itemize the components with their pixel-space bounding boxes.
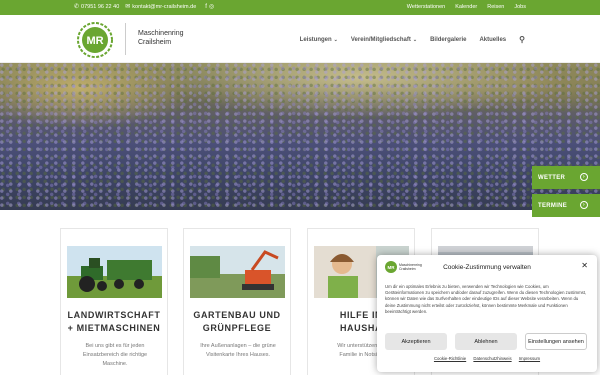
toplink-jobs[interactable]: Jobs — [514, 4, 526, 10]
card-text: Bei uns gibt es für jeden Einsatzbereich… — [69, 342, 161, 369]
card-title-line-2: GRÜNPFLEGE — [202, 323, 272, 333]
excavator-image — [190, 246, 285, 298]
close-icon[interactable]: ✕ — [581, 261, 588, 270]
card-title-line-1: LANDWIRTSCHAFT — [67, 310, 161, 320]
wetter-label: WETTER — [538, 174, 566, 181]
main-nav: Leistungen ⌄ Verein/Mitgliedschaft ⌄ Bilde… — [300, 35, 525, 44]
toplink-kalender[interactable]: Kalender — [455, 4, 477, 10]
phone-link[interactable]: ✆ 07951 96 22 40 — [74, 4, 119, 10]
site-header: MR Maschinenring Crailsheim Leistungen ⌄ … — [0, 15, 600, 63]
nav-bildergalerie[interactable]: Bildergalerie — [430, 37, 466, 43]
card-title-line-1: GARTENBAU UND — [193, 310, 281, 320]
phone-icon: ✆ — [74, 4, 80, 10]
card-text-line-1: Bei uns gibt es für jeden — [85, 343, 145, 349]
card-text: Ihre Außenanlagen – die grüne Visitenkar… — [192, 342, 284, 360]
card-text-line-2: Einsatzbereich die richtige — [82, 352, 148, 358]
phone-number: 07951 96 22 40 — [81, 4, 120, 10]
hero-flower-texture — [0, 63, 600, 210]
card-text-line-2: Visitenkarte Ihres Hauses. — [205, 352, 271, 358]
instagram-icon[interactable]: ◎ — [209, 4, 214, 10]
termine-label: TERMINE — [538, 202, 568, 209]
chevron-down-icon: ⌄ — [333, 36, 338, 43]
nav-leistungen[interactable]: Leistungen ⌄ — [300, 37, 338, 43]
arrow-right-icon: › — [580, 201, 588, 209]
mail-icon: ✉ — [125, 4, 131, 10]
wetter-button[interactable]: WETTER › — [532, 166, 600, 189]
toplink-wetterstationen[interactable]: Wetterstationen — [407, 4, 445, 10]
imprint-link[interactable]: Impressum — [519, 356, 540, 361]
top-bar: ✆ 07951 96 22 40 ✉ kontakt@mr-crailsheim.d… — [0, 0, 600, 15]
brand-name: Maschinenring Crailsheim — [138, 29, 184, 47]
search-icon[interactable]: ⚲ — [519, 35, 525, 44]
deny-button[interactable]: Ablehnen — [455, 333, 517, 350]
card-text-line-3: Maschine. — [102, 361, 128, 367]
tractor-image — [67, 246, 162, 298]
nav-label: Bildergalerie — [430, 36, 467, 43]
email-address: kontakt@mr-crailsheim.de — [132, 4, 197, 10]
social-links: f ◎ — [205, 4, 214, 10]
arrow-right-icon: › — [580, 173, 588, 181]
brand-divider — [125, 23, 126, 55]
facebook-icon[interactable]: f — [205, 4, 207, 10]
card-title-line-2: HAUSHA — [339, 323, 383, 333]
card-title: GARTENBAU UND GRÜNPFLEGE — [184, 309, 290, 335]
card-title: LANDWIRTSCHAFT + MIETMASCHINEN — [61, 309, 167, 335]
top-links: Wetterstationen Kalender Reisen Jobs — [407, 4, 526, 10]
nav-aktuelles[interactable]: Aktuelles — [479, 37, 506, 43]
cookie-title: Cookie-Zustimmung verwalten — [443, 264, 531, 271]
cookie-policy-link[interactable]: Cookie-Richtlinie — [434, 356, 466, 361]
card-text-line-1: Ihre Außenanlagen – die grüne — [200, 343, 276, 349]
hero-image — [0, 63, 600, 210]
settings-button[interactable]: Einstellungen ansehen — [525, 333, 587, 350]
contact-info: ✆ 07951 96 22 40 ✉ kontakt@mr-crailsheim.d… — [74, 4, 214, 10]
brand-line-2: Crailsheim — [138, 39, 172, 46]
privacy-link[interactable]: Datenschutzhinweis — [473, 356, 511, 361]
nav-label: Verein/Mitgliedschaft — [350, 36, 411, 43]
termine-button[interactable]: TERMINE › — [532, 194, 600, 217]
nav-label: Leistungen — [299, 36, 332, 43]
cookie-text: Um dir ein optimales Erlebnis zu bieten,… — [385, 284, 587, 314]
brand-line-1: Maschinenring — [138, 30, 184, 37]
service-card-landwirtschaft[interactable]: LANDWIRTSCHAFT + MIETMASCHINEN Bei uns g… — [60, 228, 168, 375]
nav-verein[interactable]: Verein/Mitgliedschaft ⌄ — [351, 37, 417, 43]
nav-label: Aktuelles — [479, 36, 507, 43]
logo-text: MR — [86, 35, 103, 47]
cookie-consent-dialog: MR Maschinenring Crailsheim Cookie-Zusti… — [377, 255, 597, 372]
logo[interactable]: MR — [77, 22, 113, 58]
cookie-links: Cookie-Richtlinie Datenschutzhinweis Imp… — [377, 356, 597, 361]
card-title-line-1: HILFE IN — [339, 310, 383, 320]
service-card-gartenbau[interactable]: GARTENBAU UND GRÜNPFLEGE Ihre Außenanlag… — [183, 228, 291, 375]
toplink-reisen[interactable]: Reisen — [487, 4, 504, 10]
card-title-line-2: + MIETMASCHINEN — [67, 323, 161, 333]
email-link[interactable]: ✉ kontakt@mr-crailsheim.de — [125, 4, 196, 10]
chevron-down-icon: ⌄ — [412, 36, 418, 43]
accept-button[interactable]: Akzeptieren — [385, 333, 447, 350]
